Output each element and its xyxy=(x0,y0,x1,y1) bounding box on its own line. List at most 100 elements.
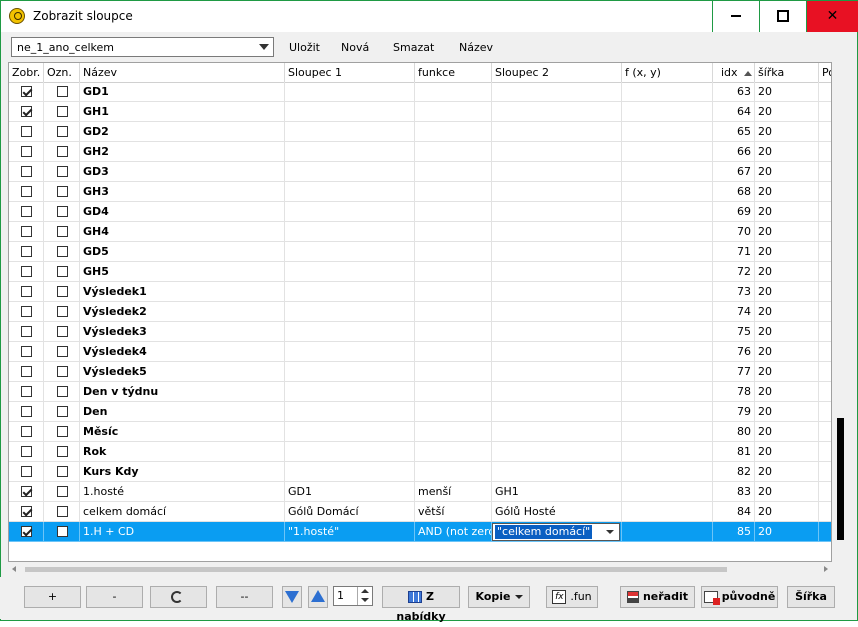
cell-column-2[interactable] xyxy=(492,342,622,362)
scroll-left-icon[interactable] xyxy=(12,566,16,572)
cell-position[interactable] xyxy=(819,382,831,402)
cell-fxy[interactable] xyxy=(622,422,713,442)
cell-column-1[interactable] xyxy=(285,162,415,182)
cell-width[interactable]: 20 xyxy=(755,502,819,522)
table-row[interactable]: GH2 66 20 xyxy=(9,142,831,162)
cell-fxy[interactable] xyxy=(622,462,713,482)
cell-fxy[interactable] xyxy=(622,522,713,542)
show-checkbox[interactable] xyxy=(21,306,32,317)
mark-checkbox[interactable] xyxy=(57,466,68,477)
mark-checkbox[interactable] xyxy=(57,146,68,157)
cell-width[interactable]: 20 xyxy=(755,362,819,382)
cell-fxy[interactable] xyxy=(622,82,713,102)
cell-position[interactable] xyxy=(819,142,831,162)
table-row[interactable]: GD3 67 20 xyxy=(9,162,831,182)
show-checkbox[interactable] xyxy=(21,146,32,157)
mark-checkbox-cell[interactable] xyxy=(44,202,80,222)
cell-position[interactable] xyxy=(819,442,831,462)
show-checkbox-cell[interactable] xyxy=(9,162,44,182)
mark-checkbox[interactable] xyxy=(57,206,68,217)
show-checkbox[interactable] xyxy=(21,166,32,177)
mark-checkbox[interactable] xyxy=(57,226,68,237)
refresh-button[interactable] xyxy=(150,586,207,608)
original-button[interactable]: původně xyxy=(701,586,778,608)
cell-name[interactable]: GD2 xyxy=(80,122,285,142)
cell-idx[interactable]: 65 xyxy=(713,122,755,142)
cell-position[interactable] xyxy=(819,322,831,342)
mark-checkbox-cell[interactable] xyxy=(44,182,80,202)
cell-column-1[interactable]: GD1 xyxy=(285,482,415,502)
rename-button[interactable]: Název xyxy=(459,41,493,54)
table-row[interactable]: celkem domácí Gólů Domácí větší Gólů Hosté 8… xyxy=(9,502,831,522)
cell-idx[interactable]: 78 xyxy=(713,382,755,402)
cell-column-2[interactable] xyxy=(492,162,622,182)
show-checkbox[interactable] xyxy=(21,126,32,137)
cell-width[interactable]: 20 xyxy=(755,242,819,262)
table-row[interactable]: Kurs Kdy 82 20 xyxy=(9,462,831,482)
table-row[interactable]: Výsledek3 75 20 xyxy=(9,322,831,342)
cell-name[interactable]: GD5 xyxy=(80,242,285,262)
cell-fxy[interactable] xyxy=(622,242,713,262)
table-row[interactable]: Měsíc 80 20 xyxy=(9,422,831,442)
cell-idx[interactable]: 77 xyxy=(713,362,755,382)
cell-column-1[interactable] xyxy=(285,122,415,142)
table-row[interactable]: Výsledek5 77 20 xyxy=(9,362,831,382)
cell-function[interactable] xyxy=(415,282,492,302)
from-menu-button[interactable]: Z nabídky xyxy=(382,586,460,623)
cell-width[interactable]: 20 xyxy=(755,442,819,462)
mark-checkbox[interactable] xyxy=(57,326,68,337)
table-row[interactable]: GD1 63 20 xyxy=(9,82,831,102)
cell-name[interactable]: GD1 xyxy=(80,82,285,102)
width-button[interactable]: Šířka xyxy=(787,586,835,608)
cell-column-1[interactable] xyxy=(285,182,415,202)
show-checkbox[interactable] xyxy=(21,206,32,217)
mark-checkbox[interactable] xyxy=(57,266,68,277)
cell-idx[interactable]: 64 xyxy=(713,102,755,122)
cell-name[interactable]: Rok xyxy=(80,442,285,462)
vertical-scrollbar[interactable] xyxy=(832,62,849,562)
table-row[interactable]: Den 79 20 xyxy=(9,402,831,422)
cell-idx[interactable]: 81 xyxy=(713,442,755,462)
vertical-scroll-thumb[interactable] xyxy=(837,418,844,540)
mark-checkbox[interactable] xyxy=(57,426,68,437)
cell-idx[interactable]: 67 xyxy=(713,162,755,182)
cell-fxy[interactable] xyxy=(622,162,713,182)
cell-column-1[interactable] xyxy=(285,422,415,442)
stepper-up-icon[interactable] xyxy=(361,589,369,593)
cell-column-1[interactable] xyxy=(285,262,415,282)
cell-name[interactable]: GD3 xyxy=(80,162,285,182)
maximize-button[interactable] xyxy=(759,1,806,32)
show-checkbox[interactable] xyxy=(21,286,32,297)
cell-function[interactable] xyxy=(415,222,492,242)
cell-name[interactable]: GD4 xyxy=(80,202,285,222)
mark-checkbox[interactable] xyxy=(57,106,68,117)
table-row[interactable]: Výsledek2 74 20 xyxy=(9,302,831,322)
cell-column-1[interactable]: "1.hosté" xyxy=(285,522,415,542)
cell-column-2[interactable] xyxy=(492,82,622,102)
cell-width[interactable]: 20 xyxy=(755,482,819,502)
mark-checkbox-cell[interactable] xyxy=(44,422,80,442)
show-checkbox[interactable] xyxy=(21,226,32,237)
delete-button[interactable]: Smazat xyxy=(393,41,434,54)
mark-checkbox-cell[interactable] xyxy=(44,162,80,182)
mark-checkbox-cell[interactable] xyxy=(44,502,80,522)
cell-function[interactable] xyxy=(415,382,492,402)
cell-column-1[interactable] xyxy=(285,242,415,262)
horizontal-scrollbar[interactable] xyxy=(8,562,832,576)
cell-width[interactable]: 20 xyxy=(755,262,819,282)
show-checkbox-cell[interactable] xyxy=(9,302,44,322)
cell-position[interactable] xyxy=(819,462,831,482)
mark-checkbox[interactable] xyxy=(57,86,68,97)
cell-idx[interactable]: 80 xyxy=(713,422,755,442)
cell-column-1[interactable] xyxy=(285,202,415,222)
cell-function[interactable] xyxy=(415,462,492,482)
show-checkbox-cell[interactable] xyxy=(9,462,44,482)
cell-function[interactable] xyxy=(415,402,492,422)
show-checkbox[interactable] xyxy=(21,86,32,97)
show-checkbox[interactable] xyxy=(21,506,32,517)
show-checkbox-cell[interactable] xyxy=(9,202,44,222)
cell-function[interactable] xyxy=(415,442,492,462)
show-checkbox[interactable] xyxy=(21,526,32,537)
table-row[interactable]: GH5 72 20 xyxy=(9,262,831,282)
cell-column-1[interactable] xyxy=(285,442,415,462)
